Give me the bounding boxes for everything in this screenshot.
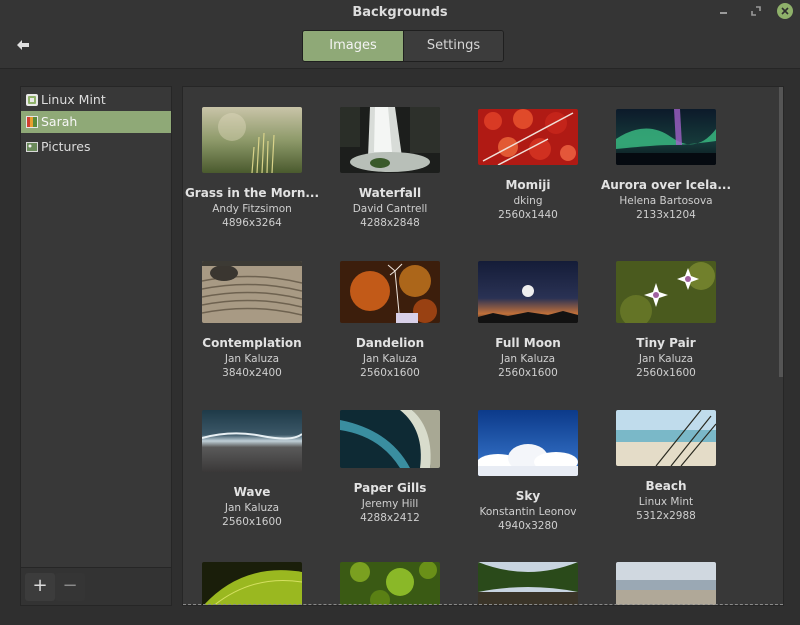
image-author: dking (513, 195, 543, 207)
image-folder-icon (26, 116, 38, 128)
image-tile[interactable]: Waterfall David Cantrell 4288x2848 (321, 107, 459, 229)
image-title: Dandelion (355, 336, 425, 350)
tab-images[interactable]: Images (303, 31, 403, 61)
window-title: Backgrounds (352, 5, 448, 20)
image-tile[interactable] (459, 562, 597, 605)
image-tile[interactable]: Contemplation Jan Kaluza 3840x2400 (183, 261, 321, 379)
thumbnail-full-moon (478, 261, 578, 323)
image-author: Jan Kaluza (500, 353, 556, 365)
image-tile[interactable]: Dandelion Jan Kaluza 2560x1600 (321, 261, 459, 379)
folder-sidebar: Linux Mint Sarah Pictures + − (20, 86, 172, 606)
image-size: 2133x1204 (636, 209, 696, 221)
image-size: 3840x2400 (222, 367, 282, 379)
thumbnail-tree (478, 562, 578, 605)
image-tile[interactable]: Momiji dking 2560x1440 (459, 109, 597, 221)
image-size: 4896x3264 (222, 217, 282, 229)
thumbnail-beach (616, 410, 716, 466)
image-author: Andy Fitzsimon (212, 203, 292, 215)
thumbnail-foliage (340, 562, 440, 605)
image-grid: Grass in the Morn... Andy Fitzsimon 4896… (182, 86, 784, 606)
image-tile[interactable]: Grass in the Morn... Andy Fitzsimon 4896… (183, 107, 321, 229)
image-title: Wave (233, 485, 271, 499)
back-arrow-icon (17, 40, 29, 50)
add-folder-button[interactable]: + (25, 573, 55, 601)
image-author: Konstantin Leonov (479, 506, 577, 518)
image-tile[interactable] (321, 562, 459, 605)
header-bar: Backgrounds Images Settings (0, 0, 800, 69)
thumbnail-grass (202, 107, 302, 173)
image-title: Sky (515, 489, 541, 503)
image-size: 2560x1600 (636, 367, 696, 379)
grid-bottom-edge (183, 604, 783, 605)
sidebar-item-label: Linux Mint (41, 92, 106, 107)
sidebar-item-sarah[interactable]: Sarah (21, 111, 171, 133)
sidebar-item-pictures[interactable]: Pictures (21, 136, 171, 158)
sidebar-toolbar: + − (21, 567, 171, 605)
thumbnail-aurora (616, 109, 716, 165)
image-author: Jan Kaluza (224, 353, 280, 365)
thumbnail-sky (478, 410, 578, 476)
sidebar-item-label: Sarah (41, 114, 78, 129)
view-switcher: Images Settings (302, 30, 504, 62)
remove-folder-button[interactable]: − (55, 573, 85, 601)
image-size: 2560x1600 (498, 367, 558, 379)
image-tile[interactable]: Tiny Pair Jan Kaluza 2560x1600 (597, 261, 735, 379)
image-title: Full Moon (495, 336, 561, 350)
image-tile[interactable] (597, 562, 735, 605)
thumbnail-waterfall (340, 107, 440, 173)
pictures-folder-icon (26, 142, 38, 152)
close-button[interactable] (777, 3, 793, 19)
image-size: 4288x2412 (360, 512, 420, 524)
image-title: Beach (645, 479, 687, 493)
image-title: Waterfall (358, 186, 422, 200)
image-title: Aurora over Icela... (600, 178, 732, 192)
image-size: 2560x1600 (360, 367, 420, 379)
image-tile[interactable]: Wave Jan Kaluza 2560x1600 (183, 410, 321, 528)
thumbnail-wave (202, 410, 302, 472)
image-tile[interactable]: Full Moon Jan Kaluza 2560x1600 (459, 261, 597, 379)
image-author: Jeremy Hill (361, 498, 419, 510)
image-size: 4288x2848 (360, 217, 420, 229)
image-tile[interactable]: Paper Gills Jeremy Hill 4288x2412 (321, 410, 459, 524)
image-author: Linux Mint (638, 496, 694, 508)
image-title: Paper Gills (353, 481, 427, 495)
tab-settings[interactable]: Settings (403, 31, 503, 61)
mint-folder-icon (26, 94, 38, 106)
image-size: 4940x3280 (498, 520, 558, 532)
image-title: Momiji (505, 178, 551, 192)
image-author: Jan Kaluza (362, 353, 418, 365)
thumbnail-shore (616, 562, 716, 605)
image-author: Helena Bartosova (619, 195, 713, 207)
minimize-button[interactable] (716, 3, 732, 19)
sidebar-item-label: Pictures (41, 139, 91, 154)
image-author: David Cantrell (352, 203, 428, 215)
maximize-button[interactable] (748, 3, 764, 19)
thumbnail-tiny-pair (616, 261, 716, 323)
image-title: Grass in the Morn... (184, 186, 320, 200)
image-author: Jan Kaluza (638, 353, 694, 365)
thumbnail-dandelion (340, 261, 440, 323)
image-title: Contemplation (202, 336, 302, 350)
thumbnail-paper-gills (340, 410, 440, 468)
image-tile[interactable] (183, 562, 321, 605)
back-button[interactable] (12, 36, 34, 54)
image-tile[interactable]: Beach Linux Mint 5312x2988 (597, 410, 735, 522)
image-author: Jan Kaluza (224, 502, 280, 514)
grid-scrollbar[interactable] (779, 87, 783, 377)
image-size: 2560x1600 (222, 516, 282, 528)
image-tile[interactable]: Sky Konstantin Leonov 4940x3280 (459, 410, 597, 532)
thumbnail-contemplation (202, 261, 302, 323)
thumbnail-leaf (202, 562, 302, 605)
image-tile[interactable]: Aurora over Icela... Helena Bartosova 21… (597, 109, 735, 221)
image-title: Tiny Pair (636, 336, 696, 350)
image-size: 5312x2988 (636, 510, 696, 522)
thumbnail-momiji (478, 109, 578, 165)
sidebar-item-linux-mint[interactable]: Linux Mint (21, 89, 171, 111)
image-size: 2560x1440 (498, 209, 558, 221)
